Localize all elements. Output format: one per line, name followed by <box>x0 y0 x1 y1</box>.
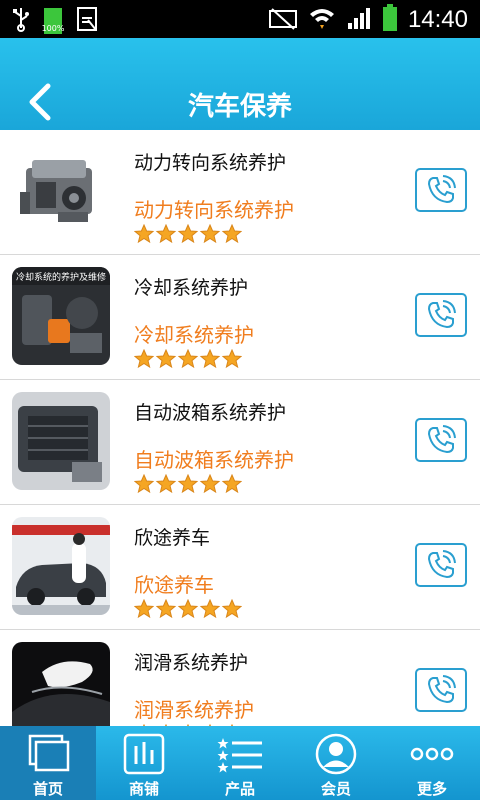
star-icon <box>178 599 198 619</box>
tab-label: 更多 <box>416 780 447 798</box>
rating-stars <box>134 599 242 619</box>
engine-thumbnail <box>12 142 110 240</box>
cell-signal-icon <box>346 5 372 35</box>
home-pages-icon <box>26 732 70 776</box>
item-name: 欣途养车 <box>134 527 211 549</box>
item-name: 自动波箱系统养护 <box>134 402 287 424</box>
item-subtitle: 自动波箱系统养护 <box>134 448 294 472</box>
star-icon <box>134 224 154 244</box>
call-button[interactable] <box>415 668 467 712</box>
list-item[interactable]: 自动波箱系统养护 自动波箱系统养护 <box>0 380 480 505</box>
cooling-system-thumbnail: 冷却系统的养护及维修 <box>12 267 110 365</box>
bottom-tab-bar: 首页 商铺 产品 会员 更多 <box>0 726 480 800</box>
item-subtitle: 冷却系统养护 <box>134 323 254 347</box>
lubrication-thumbnail <box>12 642 110 726</box>
user-icon <box>314 732 358 776</box>
star-icon <box>222 349 242 369</box>
call-button[interactable] <box>415 543 467 587</box>
phone-icon <box>427 425 456 454</box>
shop-icon <box>122 732 166 776</box>
star-icon <box>200 224 220 244</box>
tab-products[interactable]: 产品 <box>192 726 288 800</box>
star-icon <box>156 349 176 369</box>
star-icon <box>178 349 198 369</box>
star-icon <box>178 224 198 244</box>
phone-icon <box>427 300 456 329</box>
call-button[interactable] <box>415 293 467 337</box>
phone-icon <box>427 675 456 704</box>
star-icon <box>156 474 176 494</box>
item-subtitle: 动力转向系统养护 <box>134 198 294 222</box>
more-dots-icon <box>410 732 454 776</box>
tab-shops[interactable]: 商铺 <box>96 726 192 800</box>
status-bar: 100% 14:40 <box>0 0 480 38</box>
call-button[interactable] <box>415 168 467 212</box>
no-signal-icon <box>268 5 298 35</box>
tab-label: 产品 <box>224 780 255 798</box>
star-list-icon <box>216 732 264 776</box>
list-item[interactable]: 润滑系统养护 润滑系统养护 <box>0 630 480 726</box>
star-icon <box>178 474 198 494</box>
sim-icon <box>76 6 98 36</box>
list-item[interactable]: 欣途养车 欣途养车 <box>0 505 480 630</box>
phone-icon <box>427 550 456 579</box>
transmission-thumbnail <box>12 392 110 490</box>
list-item[interactable]: 动力转向系统养护 动力转向系统养护 <box>0 130 480 255</box>
star-icon <box>222 224 242 244</box>
item-name: 动力转向系统养护 <box>134 152 287 174</box>
item-subtitle: 润滑系统养护 <box>134 698 254 722</box>
star-icon <box>134 599 154 619</box>
wifi-icon <box>308 5 336 35</box>
star-icon <box>200 474 220 494</box>
battery-full-icon: 100% <box>41 8 65 34</box>
star-icon <box>200 349 220 369</box>
star-icon <box>156 599 176 619</box>
status-time: 14:40 <box>407 6 468 33</box>
app-header: 汽车保养 <box>0 38 480 130</box>
tab-label: 会员 <box>320 780 351 798</box>
tab-member[interactable]: 会员 <box>288 726 384 800</box>
usb-icon <box>12 6 30 36</box>
item-name: 润滑系统养护 <box>134 652 249 674</box>
rating-stars <box>134 349 242 369</box>
phone-icon <box>427 175 456 204</box>
thumb-caption: 冷却系统的养护及维修 <box>16 271 106 283</box>
item-name: 冷却系统养护 <box>134 277 249 299</box>
tab-label: 首页 <box>32 780 63 798</box>
item-subtitle: 欣途养车 <box>134 573 214 597</box>
star-icon <box>222 599 242 619</box>
service-list: 动力转向系统养护 动力转向系统养护 冷却系统的养护及维修 冷却系统养护 冷却系统… <box>0 130 480 726</box>
rating-stars <box>134 474 242 494</box>
page-title: 汽车保养 <box>187 92 292 122</box>
star-icon <box>200 599 220 619</box>
list-item[interactable]: 冷却系统的养护及维修 冷却系统养护 冷却系统养护 <box>0 255 480 380</box>
star-icon <box>156 224 176 244</box>
star-icon <box>134 349 154 369</box>
tab-more[interactable]: 更多 <box>384 726 480 800</box>
star-icon <box>134 474 154 494</box>
tab-label: 商铺 <box>128 780 159 798</box>
star-icon <box>222 474 242 494</box>
tab-home[interactable]: 首页 <box>0 726 96 800</box>
battery-small-text: 100% <box>41 24 65 33</box>
battery-icon <box>382 4 398 36</box>
call-button[interactable] <box>415 418 467 462</box>
rating-stars <box>134 224 242 244</box>
car-service-thumbnail <box>12 517 110 615</box>
